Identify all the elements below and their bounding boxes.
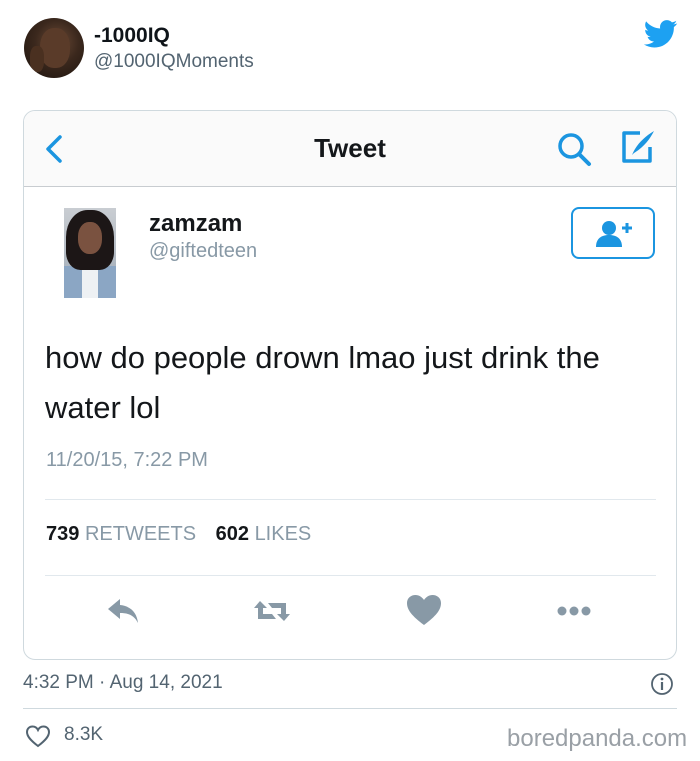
avatar-face xyxy=(40,28,70,68)
like-count[interactable]: 8.3K xyxy=(64,724,103,746)
heart-icon[interactable] xyxy=(404,591,444,631)
avatar-shirt xyxy=(82,266,98,298)
display-name[interactable]: -1000IQ xyxy=(94,24,170,48)
heart-icon[interactable] xyxy=(25,724,51,748)
embedded-tweet-screenshot: Tweet zamzam @giftedteen how do people d… xyxy=(23,110,677,660)
tweet-timestamp[interactable]: 4:32 PM · Aug 14, 2021 xyxy=(23,672,223,694)
author-avatar[interactable] xyxy=(64,208,116,298)
watermark: boredpanda.com xyxy=(507,725,688,752)
author-name[interactable]: zamzam xyxy=(149,210,242,238)
like-label[interactable]: LIKES xyxy=(255,523,312,545)
add-user-icon xyxy=(596,221,632,247)
more-icon[interactable] xyxy=(554,591,594,631)
avatar-hand xyxy=(30,46,44,72)
tweet-date[interactable]: 11/20/15, 7:22 PM xyxy=(46,449,208,472)
info-icon[interactable] xyxy=(650,672,674,696)
author-handle[interactable]: @giftedteen xyxy=(149,240,257,263)
retweet-label[interactable]: RETWEETS xyxy=(85,523,196,545)
avatar[interactable] xyxy=(24,18,84,78)
engagement-stats: 739 RETWEETS 602 LIKES xyxy=(46,523,311,546)
divider xyxy=(45,499,656,500)
reply-icon[interactable] xyxy=(104,591,144,631)
search-icon[interactable] xyxy=(554,129,594,169)
divider xyxy=(23,708,677,709)
compose-icon[interactable] xyxy=(618,127,658,167)
retweet-icon[interactable] xyxy=(252,591,292,631)
tweet-nav-bar: Tweet xyxy=(24,111,676,187)
outer-tweet-header: -1000IQ @1000IQMoments xyxy=(0,0,700,100)
tweet-text: how do people drown lmao just drink the … xyxy=(45,340,600,425)
avatar-face xyxy=(78,222,102,254)
handle[interactable]: @1000IQMoments xyxy=(94,51,254,73)
twitter-bird-icon[interactable] xyxy=(644,20,678,48)
retweet-count[interactable]: 739 xyxy=(46,523,79,545)
divider xyxy=(45,575,656,576)
follow-button[interactable] xyxy=(571,207,655,259)
like-count[interactable]: 602 xyxy=(216,523,249,545)
